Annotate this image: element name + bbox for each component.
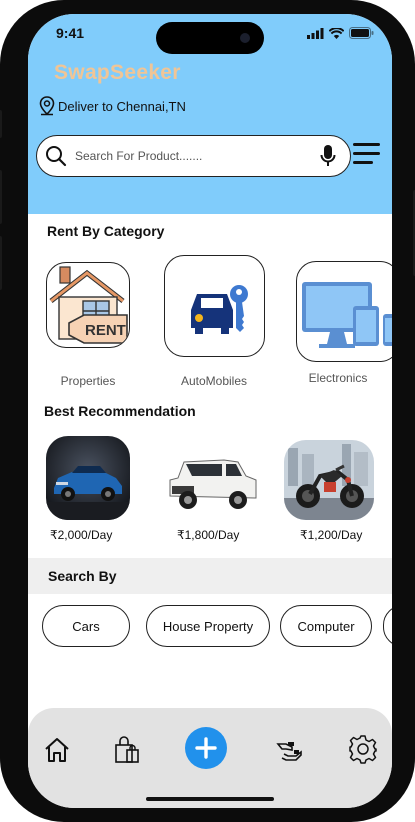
search-by-title: Search By [48,568,117,584]
category-label-automobiles: AutoMobiles [180,374,248,388]
category-label-properties: Properties [60,374,116,388]
header: 9:41 SwapSeeker Deliver to Chennai,TN Se… [28,14,392,214]
volume-up-button [0,170,2,224]
screen: 9:41 SwapSeeker Deliver to Chennai,TN Se… [28,14,392,808]
deliver-text: Deliver to Chennai,TN [58,98,186,114]
search-by-bar: Search By [28,558,392,594]
search-bar[interactable]: Search For Product....... [36,135,351,177]
recommendation-price-1: ₹2,000/Day [50,528,113,542]
blue-suv-image [46,436,130,520]
microphone-icon[interactable] [320,144,336,168]
action-button [0,110,2,138]
menu-icon[interactable] [353,143,380,170]
settings-icon[interactable] [348,734,378,764]
best-recommendation-title: Best Recommendation [44,403,196,419]
car-key-icon [191,285,248,334]
recommendation-price-3: ₹1,200/Day [300,528,363,542]
category-label-electronics: Electronics [308,371,368,385]
recommendation-image-motorcycle[interactable] [284,440,374,520]
add-button[interactable] [185,727,227,769]
camera-icon [240,33,250,43]
hand-icon[interactable] [274,736,304,766]
deliver-location[interactable]: Deliver to Chennai,TN [38,96,186,116]
signal-icon [307,27,324,39]
phone-frame: 9:41 SwapSeeker Deliver to Chennai,TN Se… [0,0,415,822]
category-card-electronics[interactable] [296,261,392,362]
status-icons [307,27,374,39]
volume-down-button [0,236,2,290]
bottom-navigation [28,708,392,808]
bag-icon[interactable] [114,736,140,764]
status-time: 9:41 [56,25,85,41]
white-jeep-image [164,446,260,518]
home-icon[interactable] [43,736,71,764]
chip-house-property[interactable]: House Property [146,605,270,647]
battery-icon [349,27,374,39]
search-input[interactable]: Search For Product....... [75,149,320,163]
motorcycle-image [284,440,374,520]
home-indicator[interactable] [146,797,274,801]
wifi-icon [329,27,344,39]
recommendation-image-jeep[interactable] [164,446,260,518]
add-icon [195,737,217,759]
chip-more[interactable] [383,605,392,647]
dynamic-island [156,22,264,54]
recommendation-image-suv[interactable] [46,436,130,520]
location-pin-icon [39,96,55,116]
app-brand: SwapSeeker [54,61,181,84]
chip-computer[interactable]: Computer [280,605,372,647]
recommendation-price-2: ₹1,800/Day [177,528,240,542]
chip-cars[interactable]: Cars [42,605,130,647]
category-card-automobiles[interactable] [164,255,265,357]
svg-text:RENT: RENT [85,322,126,339]
devices-icon [302,282,392,348]
house-rent-icon: RENT [49,266,128,344]
rent-by-category-title: Rent By Category [47,223,165,239]
category-card-properties[interactable]: RENT [46,262,130,348]
search-icon [46,146,67,167]
